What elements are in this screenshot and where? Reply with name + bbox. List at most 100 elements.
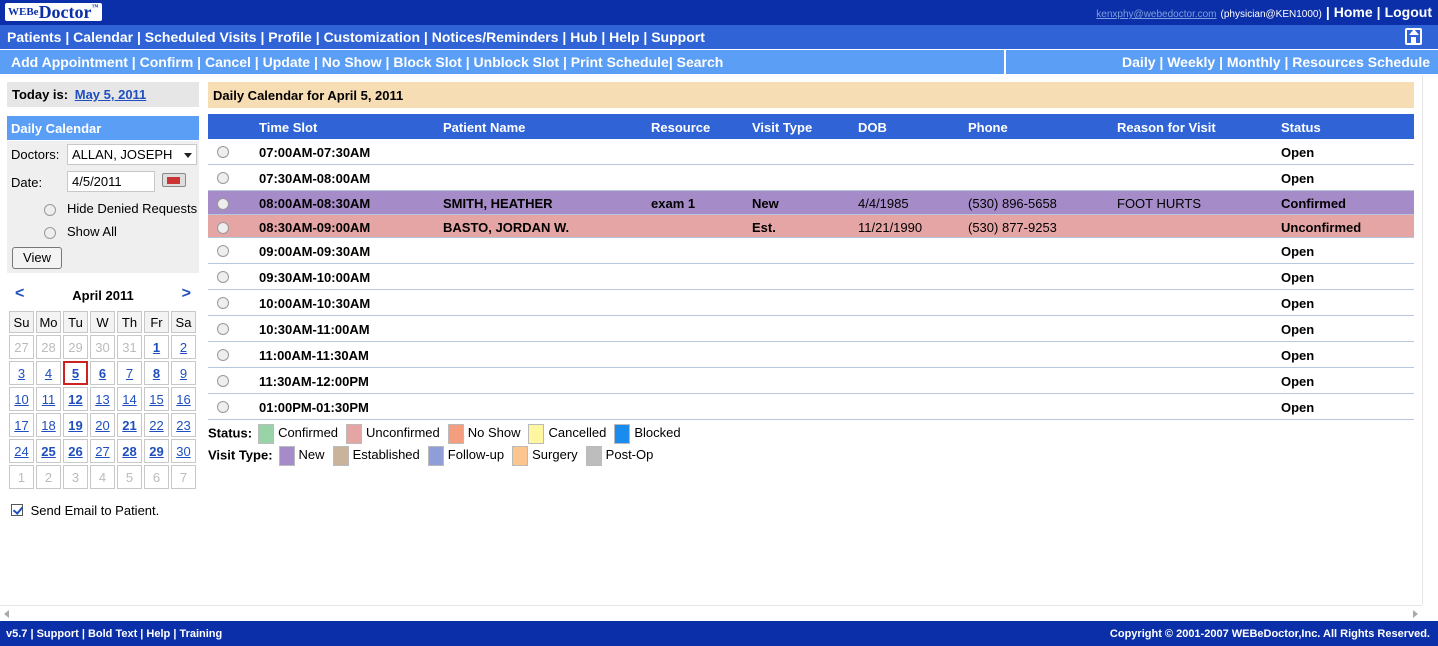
user-email-link[interactable]: kenxphy@webedoctor.com [1096, 9, 1216, 20]
table-row[interactable]: 10:00AM-10:30AM Open [208, 290, 1414, 316]
nav-link-block-slot[interactable]: Block Slot [393, 54, 461, 70]
nav-link-resources-schedule[interactable]: Resources Schedule [1292, 54, 1430, 70]
day-cell[interactable]: 18 [36, 413, 61, 437]
slot-radio[interactable] [217, 323, 229, 335]
day-cell[interactable]: 25 [36, 439, 61, 463]
nav-link-profile[interactable]: Profile [268, 29, 312, 45]
nav-link-scheduled-visits[interactable]: Scheduled Visits [145, 29, 257, 45]
footer: v5.7 | Support | Bold Text | Help | Trai… [0, 621, 1438, 646]
column-header-status: Status [1281, 120, 1321, 135]
nav-link-patients[interactable]: Patients [7, 29, 61, 45]
table-row[interactable]: 08:00AM-08:30AM SMITH, HEATHER exam 1 New 4/… [208, 191, 1414, 215]
day-cell[interactable]: 30 [171, 439, 196, 463]
nav-link-no-show[interactable]: No Show [322, 54, 382, 70]
day-cell[interactable]: 16 [171, 387, 196, 411]
slot-radio[interactable] [217, 172, 229, 184]
nav-link-daily[interactable]: Daily [1122, 54, 1155, 70]
day-cell[interactable]: 13 [90, 387, 115, 411]
slot-radio[interactable] [217, 297, 229, 309]
nav-link-customization[interactable]: Customization [324, 29, 420, 45]
footer-links[interactable]: v5.7 | Support | Bold Text | Help | Trai… [6, 628, 222, 640]
show-all-radio[interactable] [44, 227, 56, 239]
nav-link-notices-reminders[interactable]: Notices/Reminders [432, 29, 559, 45]
nav-link-search[interactable]: Search [677, 54, 724, 70]
logout-link[interactable]: Logout [1385, 4, 1432, 20]
nav-link-cancel[interactable]: Cancel [205, 54, 251, 70]
nav-link-hub[interactable]: Hub [570, 29, 597, 45]
week-row: 17 18 19 20 21 22 23 [9, 413, 196, 437]
day-cell[interactable]: 29 [144, 439, 169, 463]
day-cell[interactable]: 14 [117, 387, 142, 411]
day-cell[interactable]: 23 [171, 413, 196, 437]
nav-link-weekly[interactable]: Weekly [1167, 54, 1215, 70]
day-cell[interactable]: 1 [144, 335, 169, 359]
table-row[interactable]: 07:00AM-07:30AM Open [208, 139, 1414, 165]
calendar-picker-icon[interactable] [162, 173, 186, 187]
slot-radio[interactable] [217, 401, 229, 413]
nav-link-unblock-slot[interactable]: Unblock Slot [474, 54, 560, 70]
today-date-link[interactable]: May 5, 2011 [75, 87, 147, 102]
day-cell[interactable]: 2 [171, 335, 196, 359]
scroll-left-icon[interactable] [4, 610, 9, 618]
hide-denied-radio[interactable] [44, 204, 56, 216]
nav-link-monthly[interactable]: Monthly [1227, 54, 1281, 70]
weekday-w: W [90, 311, 115, 333]
nav-link-confirm[interactable]: Confirm [140, 54, 194, 70]
doctor-select[interactable]: ALLAN, JOSEPH [67, 144, 197, 165]
day-cell[interactable]: 28 [117, 439, 142, 463]
nav-link-update[interactable]: Update [263, 54, 310, 70]
nav-link-add-appointment[interactable]: Add Appointment [11, 54, 128, 70]
day-cell[interactable]: 17 [9, 413, 34, 437]
day-cell[interactable]: 6 [90, 361, 115, 385]
slot-radio[interactable] [217, 245, 229, 257]
day-cell[interactable]: 22 [144, 413, 169, 437]
home-icon[interactable] [1405, 28, 1422, 45]
day-cell[interactable]: 20 [90, 413, 115, 437]
day-cell[interactable]: 15 [144, 387, 169, 411]
day-cell[interactable]: 26 [63, 439, 88, 463]
table-row[interactable]: 11:00AM-11:30AM Open [208, 342, 1414, 368]
date-input[interactable]: 4/5/2011 [67, 171, 155, 192]
day-cell[interactable]: 9 [171, 361, 196, 385]
day-cell[interactable]: 11 [36, 387, 61, 411]
horizontal-scrollbar[interactable] [0, 605, 1422, 621]
slot-radio[interactable] [217, 146, 229, 158]
table-row[interactable]: 08:30AM-09:00AM BASTO, JORDAN W. Est. 11/21… [208, 215, 1414, 238]
day-cell[interactable]: 24 [9, 439, 34, 463]
slot-radio[interactable] [217, 271, 229, 283]
table-row[interactable]: 09:30AM-10:00AM Open [208, 264, 1414, 290]
day-cell[interactable]: 27 [90, 439, 115, 463]
day-cell[interactable]: 7 [117, 361, 142, 385]
vertical-scrollbar[interactable] [1422, 75, 1438, 605]
day-cell: 31 [117, 335, 142, 359]
slot-radio[interactable] [217, 198, 229, 210]
table-row[interactable]: 10:30AM-11:00AM Open [208, 316, 1414, 342]
table-row[interactable]: 01:00PM-01:30PM Open [208, 394, 1414, 420]
slot-radio[interactable] [217, 349, 229, 361]
slot-radio[interactable] [217, 375, 229, 387]
day-cell[interactable]: 10 [9, 387, 34, 411]
home-link[interactable]: Home [1334, 4, 1373, 20]
day-cell[interactable]: 12 [63, 387, 88, 411]
day-cell[interactable]: 5 [63, 361, 88, 385]
nav-link-calendar[interactable]: Calendar [73, 29, 133, 45]
day-cell[interactable]: 3 [9, 361, 34, 385]
nav-link-support[interactable]: Support [651, 29, 705, 45]
next-month-icon[interactable]: > [182, 285, 191, 303]
table-row[interactable]: 09:00AM-09:30AM Open [208, 238, 1414, 264]
nav-link-print-schedule[interactable]: Print Schedule [571, 54, 669, 70]
slot-radio[interactable] [217, 222, 229, 234]
legend-item-established: Established [352, 447, 420, 463]
doctors-label: Doctors: [11, 147, 60, 162]
table-row[interactable]: 11:30AM-12:00PM Open [208, 368, 1414, 394]
scroll-right-icon[interactable] [1413, 610, 1418, 618]
app-logo[interactable]: WEBe Doctor ™ [5, 2, 102, 22]
day-cell[interactable]: 8 [144, 361, 169, 385]
day-cell[interactable]: 21 [117, 413, 142, 437]
send-email-checkbox[interactable] [11, 504, 23, 516]
day-cell[interactable]: 4 [36, 361, 61, 385]
table-row[interactable]: 07:30AM-08:00AM Open [208, 165, 1414, 191]
view-button[interactable]: View [12, 247, 62, 269]
nav-link-help[interactable]: Help [609, 29, 639, 45]
day-cell[interactable]: 19 [63, 413, 88, 437]
